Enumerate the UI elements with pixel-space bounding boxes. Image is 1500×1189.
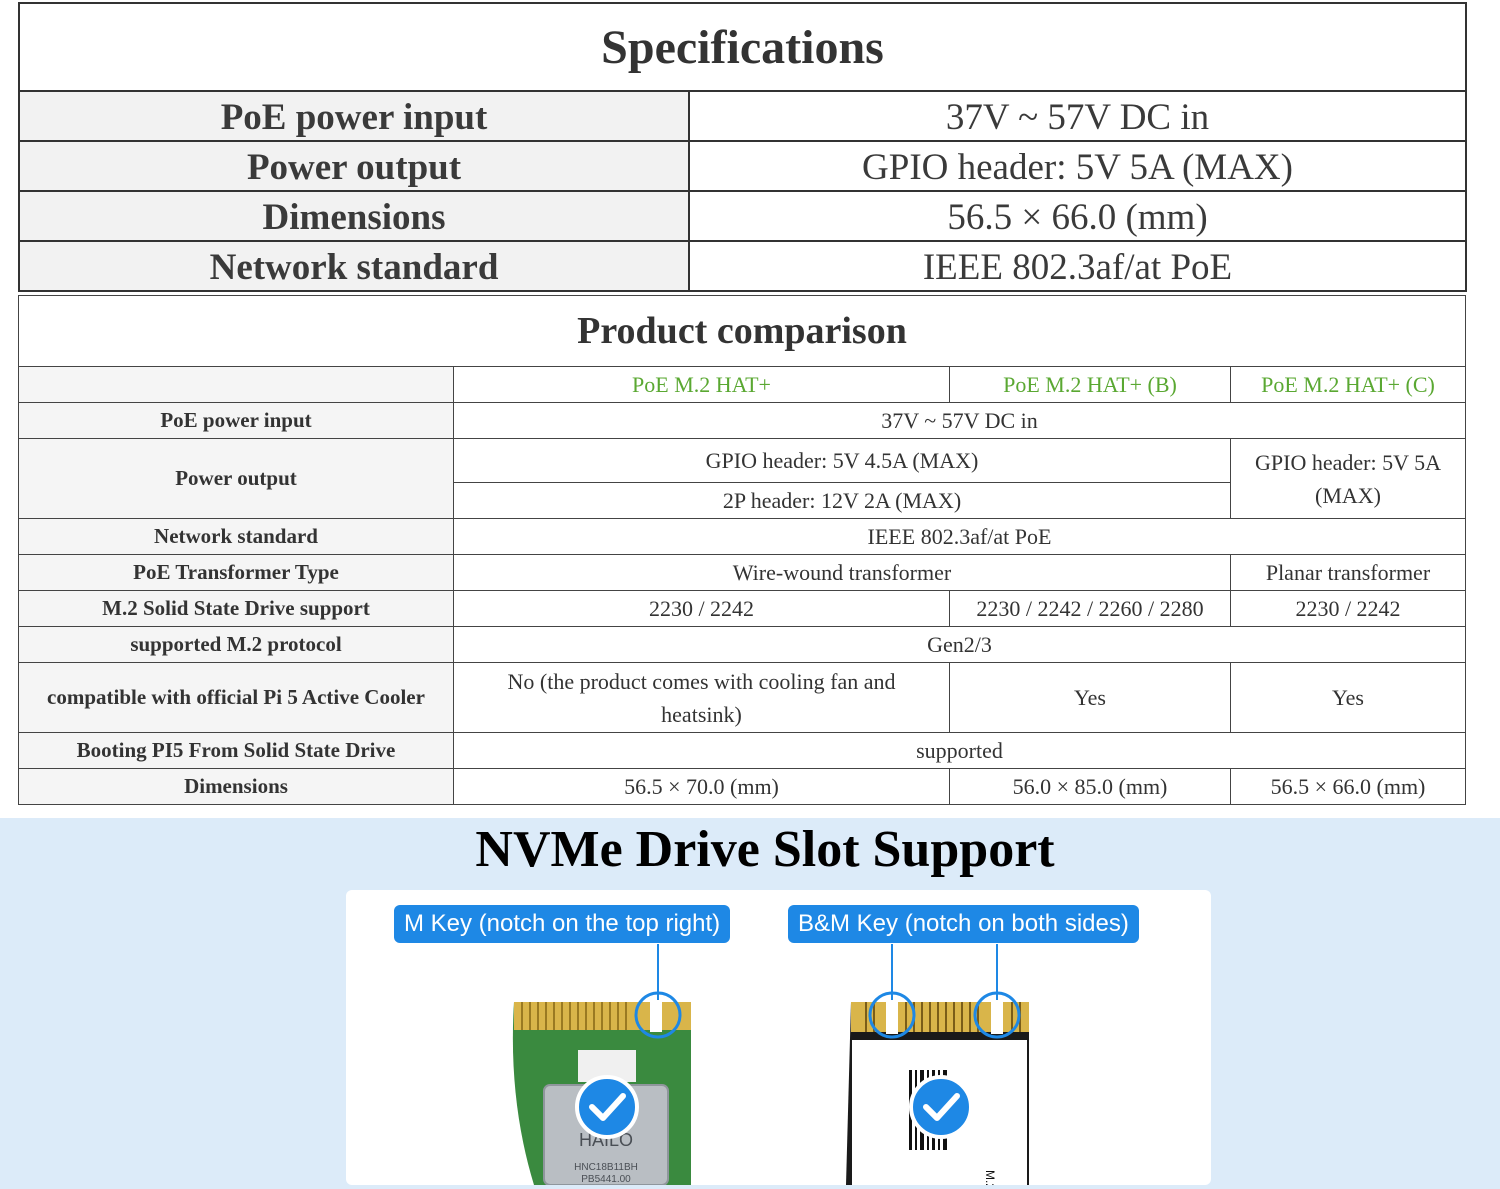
spec-row: Network standard IEEE 802.3af/at PoE: [18, 240, 1467, 292]
cell: Gen2/3: [453, 626, 1466, 663]
cell: Planar transformer: [1230, 554, 1466, 591]
cell: IEEE 802.3af/at PoE: [453, 518, 1466, 555]
table-row: supported M.2 protocol Gen2/3: [18, 626, 1466, 663]
specifications-title: Specifications: [18, 2, 1467, 92]
bm-key-ssd-card: M.2 N: [846, 991, 1029, 1185]
spec-value: GPIO header: 5V 5A (MAX): [688, 140, 1467, 192]
spec-value: 56.5 × 66.0 (mm): [688, 190, 1467, 242]
comparison-title: Product comparison: [18, 295, 1466, 367]
table-row: compatible with official Pi 5 Active Coo…: [18, 662, 1466, 733]
cell: Wire-wound transformer: [453, 554, 1231, 591]
table-row: Dimensions 56.5 × 70.0 (mm) 56.0 × 85.0 …: [18, 768, 1466, 805]
comparison-table: Product comparison PoE M.2 HAT+ PoE M.2 …: [18, 295, 1466, 805]
spec-label: Network standard: [18, 240, 690, 292]
nvme-title: NVMe Drive Slot Support: [475, 821, 1055, 878]
nvme-section: NVMe Drive Slot Support HAILO HNC18B11BH…: [0, 818, 1500, 1189]
checkmark-icon: [575, 1075, 639, 1139]
row-label: supported M.2 protocol: [18, 626, 454, 663]
hailo-chip-part: HNC18B11BH: [574, 1162, 638, 1173]
cell: 37V ~ 57V DC in: [453, 402, 1466, 439]
table-row: Booting PI5 From Solid State Drive suppo…: [18, 732, 1466, 769]
product-header: PoE M.2 HAT+ (C): [1230, 366, 1466, 403]
cell: supported: [453, 732, 1466, 769]
cell: 56.5 × 70.0 (mm): [453, 768, 950, 805]
row-label: Network standard: [18, 518, 454, 555]
spec-label: Dimensions: [18, 190, 690, 242]
row-label: M.2 Solid State Drive support: [18, 590, 454, 627]
cell: 56.5 × 66.0 (mm): [1230, 768, 1466, 805]
empty-header-cell: [18, 366, 454, 403]
cell: 2230 / 2242 / 2260 / 2280: [949, 590, 1231, 627]
row-label: PoE Transformer Type: [18, 554, 454, 591]
table-row: PoE power input 37V ~ 57V DC in: [18, 402, 1466, 439]
cell: 56.0 × 85.0 (mm): [949, 768, 1231, 805]
cell: Yes: [949, 662, 1231, 733]
cell: No (the product comes with cooling fan a…: [453, 662, 950, 733]
cell: GPIO header: 5V 4.5A (MAX): [453, 438, 1231, 483]
table-row: Power output GPIO header: 5V 4.5A (MAX) …: [18, 438, 1466, 519]
cell: 2230 / 2242: [1230, 590, 1466, 627]
spec-label: PoE power input: [18, 90, 690, 142]
table-row: M.2 Solid State Drive support 2230 / 224…: [18, 590, 1466, 627]
m-key-label: M Key (notch on the top right): [394, 905, 731, 943]
product-header: PoE M.2 HAT+ (B): [949, 366, 1231, 403]
right-card-label: M.2 N: [983, 1170, 997, 1185]
cell: Yes: [1230, 662, 1466, 733]
cell: 2230 / 2242: [453, 590, 950, 627]
row-label: PoE power input: [18, 402, 454, 439]
hailo-chip-lot: PB5441.00: [581, 1174, 631, 1185]
spec-value: IEEE 802.3af/at PoE: [688, 240, 1467, 292]
spec-label: Power output: [18, 140, 690, 192]
row-label: Booting PI5 From Solid State Drive: [18, 732, 454, 769]
spec-value: 37V ~ 57V DC in: [688, 90, 1467, 142]
table-row: PoE Transformer Type Wire-wound transfor…: [18, 554, 1466, 591]
cell: GPIO header: 5V 5A (MAX): [1230, 438, 1466, 519]
checkmark-icon: [909, 1075, 973, 1139]
row-label: Power output: [18, 438, 454, 519]
m-key-ssd-card: HAILO HNC18B11BH PB5441.00: [512, 991, 691, 1185]
nvme-panel: HAILO HNC18B11BH PB5441.00 M Key (notch …: [346, 890, 1211, 1185]
cell: 2P header: 12V 2A (MAX): [453, 482, 1231, 519]
spec-row: Power output GPIO header: 5V 5A (MAX): [18, 140, 1467, 192]
row-label: compatible with official Pi 5 Active Coo…: [18, 662, 454, 733]
spec-row: PoE power input 37V ~ 57V DC in: [18, 90, 1467, 142]
table-row: Network standard IEEE 802.3af/at PoE: [18, 518, 1466, 555]
specifications-table: Specifications PoE power input 37V ~ 57V…: [18, 2, 1467, 292]
bm-key-label: B&M Key (notch on both sides): [788, 905, 1139, 943]
comparison-header-row: PoE M.2 HAT+ PoE M.2 HAT+ (B) PoE M.2 HA…: [18, 366, 1466, 403]
row-label: Dimensions: [18, 768, 454, 805]
product-header: PoE M.2 HAT+: [453, 366, 950, 403]
spec-row: Dimensions 56.5 × 66.0 (mm): [18, 190, 1467, 242]
